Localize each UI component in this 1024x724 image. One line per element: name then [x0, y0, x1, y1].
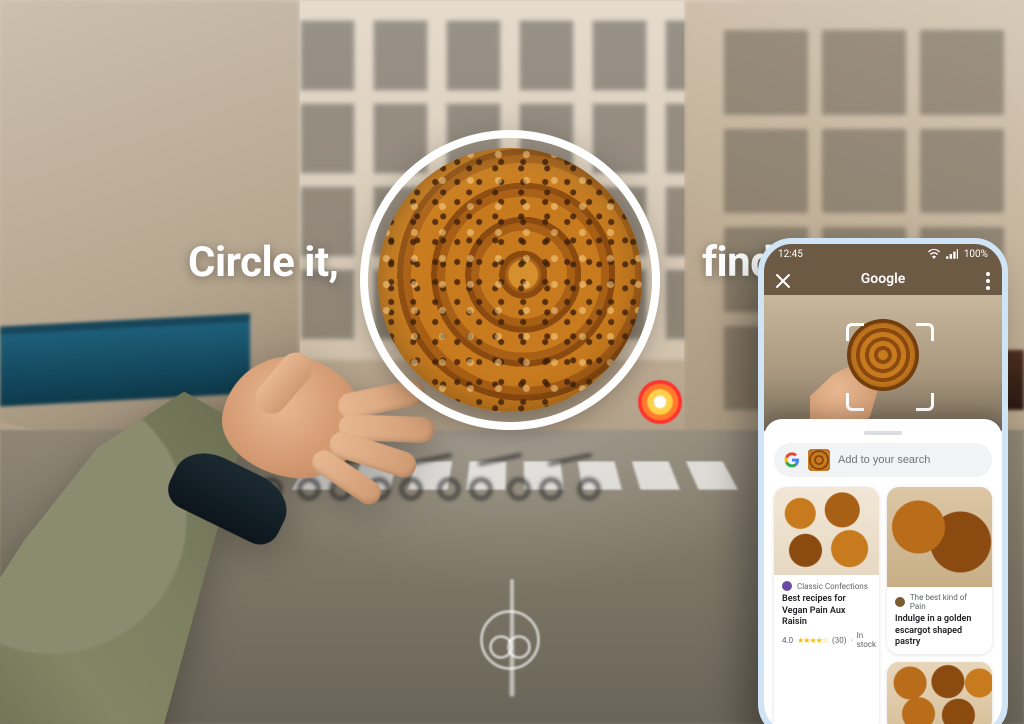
crop-frame[interactable]: [846, 323, 934, 411]
sheet-drag-handle[interactable]: [864, 431, 902, 435]
signal-icon: [946, 249, 958, 259]
result-source: Classic Confections: [797, 582, 868, 591]
app-bar: Google: [764, 264, 1002, 295]
search-bar[interactable]: [774, 443, 992, 477]
arm: [0, 256, 421, 724]
result-title: Indulge in a golden escargot shaped past…: [895, 614, 984, 648]
result-rating: 4.0 ★★★★☆ (30) · In stock: [782, 631, 871, 649]
result-title: Best recipes for Vegan Pain Aux Raisin: [782, 594, 871, 628]
wifi-icon: [928, 249, 940, 259]
status-bar: 12:45 100%: [764, 244, 1002, 264]
result-card-1[interactable]: Classic Confections Best recipes for Veg…: [774, 487, 879, 724]
result-card-2[interactable]: The best kind of Pain Indulge in a golde…: [887, 487, 992, 654]
result-image: [887, 487, 992, 587]
circled-subject: [360, 130, 660, 430]
more-options-button[interactable]: [986, 272, 990, 290]
phone-screen: 12:45 100% Google: [764, 244, 1002, 724]
results-grid: Classic Confections Best recipes for Veg…: [774, 487, 992, 724]
phone-mockup: 12:45 100% Google: [758, 238, 1008, 724]
search-input[interactable]: [838, 454, 982, 466]
result-image: [774, 487, 879, 575]
favicon-icon: [895, 597, 905, 607]
circle-to-search-ring: [360, 130, 660, 430]
lens-flare: [638, 380, 682, 424]
close-button[interactable]: [774, 272, 792, 290]
status-time: 12:45: [778, 249, 803, 260]
lens-viewfinder[interactable]: [764, 295, 1002, 431]
app-title: Google: [861, 271, 906, 287]
advertisement-scene: Circle it, find it 12:45: [0, 0, 1024, 724]
stars-icon: ★★★★☆: [797, 636, 828, 645]
status-battery: 100%: [964, 249, 988, 260]
result-source: The best kind of Pain: [910, 593, 984, 611]
results-sheet[interactable]: Classic Confections Best recipes for Veg…: [764, 419, 1002, 724]
result-image: [887, 662, 992, 724]
result-card-3[interactable]: [887, 662, 992, 724]
bike-lane-icon: [480, 610, 540, 670]
query-thumbnail: [808, 449, 830, 471]
google-logo-icon: [784, 452, 800, 468]
favicon-icon: [782, 581, 792, 591]
